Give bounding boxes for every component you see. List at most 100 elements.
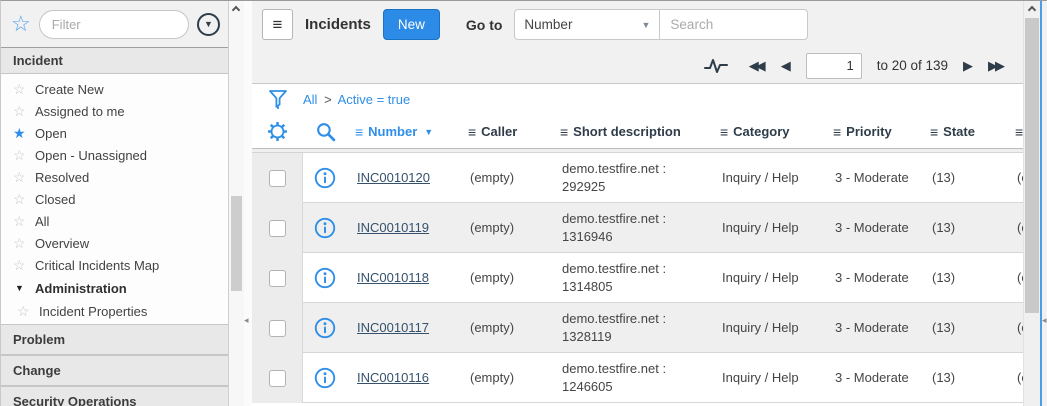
row-checkbox[interactable] xyxy=(269,270,286,287)
column-menu-icon[interactable]: ≡ xyxy=(1015,124,1023,140)
star-filled-icon[interactable]: ★ xyxy=(13,125,35,142)
sidebar-item-resolved[interactable]: ☆ Resolved xyxy=(1,166,228,188)
goto-field-select[interactable]: Number ▼ xyxy=(514,9,660,40)
star-outline-icon[interactable]: ☆ xyxy=(13,81,35,98)
incident-number-link[interactable]: INC0010119 xyxy=(357,220,429,235)
sidebar-item-create-new[interactable]: ☆ Create New xyxy=(1,78,228,100)
pane-splitter[interactable]: ◂ xyxy=(244,1,252,406)
row-checkbox[interactable] xyxy=(269,370,286,387)
collapse-left-icon[interactable]: ◂ xyxy=(244,315,249,326)
short-description-cell: demo.testfire.net : 1328119 xyxy=(552,310,712,345)
star-outline-icon[interactable]: ☆ xyxy=(13,257,35,274)
sidebar-item-open[interactable]: ★ Open xyxy=(1,122,228,144)
next-page-button[interactable]: ▶ xyxy=(963,59,973,72)
sidebar-scrollbar-thumb[interactable] xyxy=(231,196,242,291)
list-search-input[interactable] xyxy=(660,9,808,40)
incident-number-link[interactable]: INC0010117 xyxy=(357,320,429,335)
scroll-up-icon[interactable] xyxy=(232,6,240,14)
list-scrollbar-thumb[interactable] xyxy=(1025,18,1039,313)
column-header-short-description[interactable]: ≡ Short description xyxy=(552,124,712,140)
state-cell: (13) xyxy=(922,369,1007,387)
collapse-right-icon[interactable]: ◂ xyxy=(1042,315,1047,326)
column-menu-icon[interactable]: ≡ xyxy=(560,124,568,140)
section-header-incident[interactable]: Incident xyxy=(1,48,228,74)
sidebar-item-label: Assigned to me xyxy=(35,104,125,119)
section-header-security-operations[interactable]: Security Operations xyxy=(1,386,228,406)
scroll-up-icon[interactable] xyxy=(1028,6,1036,14)
column-header-priority[interactable]: ≡ Priority xyxy=(825,124,922,140)
incident-number-link[interactable]: INC0010118 xyxy=(357,270,429,285)
breadcrumb-condition-link[interactable]: Active = true xyxy=(338,92,411,107)
category-cell: Inquiry / Help xyxy=(712,219,825,237)
sidebar-scrollbar[interactable] xyxy=(229,1,244,406)
column-header-truncated[interactable]: ≡ xyxy=(1007,124,1023,140)
new-record-button[interactable]: New xyxy=(383,9,440,40)
section-header-change[interactable]: Change xyxy=(1,355,228,386)
chevron-down-icon[interactable]: ▼ xyxy=(13,283,35,293)
column-menu-icon[interactable]: ≡ xyxy=(833,124,841,140)
column-menu-icon[interactable]: ≡ xyxy=(468,124,476,140)
star-outline-icon[interactable]: ☆ xyxy=(13,191,35,208)
row-checkbox[interactable] xyxy=(269,170,286,187)
incident-list-view: ≡ Incidents New Go to Number ▼ xyxy=(252,1,1023,406)
star-outline-icon[interactable]: ☆ xyxy=(13,235,35,252)
priority-cell: 3 - Moderate xyxy=(825,319,922,337)
star-outline-icon[interactable]: ☆ xyxy=(17,303,39,320)
star-outline-icon[interactable]: ☆ xyxy=(13,103,35,120)
first-page-button[interactable]: ◀◀ xyxy=(749,59,766,72)
sidebar-menu-icon[interactable]: ▼ xyxy=(197,13,220,36)
sidebar-item-all[interactable]: ☆ All xyxy=(1,210,228,232)
row-checkbox[interactable] xyxy=(269,320,286,337)
incident-number-link[interactable]: INC0010116 xyxy=(357,370,429,385)
page-title: Incidents xyxy=(305,16,371,33)
breadcrumb: All > Active = true xyxy=(303,92,410,107)
record-preview-icon[interactable] xyxy=(303,317,347,339)
sidebar-item-incident-properties[interactable]: ☆ Incident Properties xyxy=(1,300,228,322)
record-preview-icon[interactable] xyxy=(303,267,347,289)
navigator-filter-input[interactable] xyxy=(39,10,189,39)
page-number-input[interactable] xyxy=(806,53,862,79)
caller-cell: (empty) xyxy=(460,369,552,387)
record-preview-icon[interactable] xyxy=(303,367,347,389)
column-header-state[interactable]: ≡ State xyxy=(922,124,1007,140)
list-toolbar: ≡ Incidents New Go to Number ▼ xyxy=(252,1,1023,48)
list-column-search-icon[interactable] xyxy=(303,121,347,142)
star-outline-icon[interactable]: ☆ xyxy=(13,169,35,186)
breadcrumb-row: All > Active = true xyxy=(252,84,1023,115)
main-pane: ≡ Incidents New Go to Number ▼ xyxy=(252,1,1047,406)
column-menu-icon[interactable]: ≡ xyxy=(720,124,728,140)
column-menu-icon[interactable]: ≡ xyxy=(930,124,938,140)
short-description-cell: demo.testfire.net : 1316946 xyxy=(552,210,712,245)
list-scrollbar[interactable] xyxy=(1023,1,1040,406)
record-preview-icon[interactable] xyxy=(303,167,347,189)
column-header-number[interactable]: ≡ Number ▼ xyxy=(347,124,460,140)
sidebar-item-administration[interactable]: ▼ Administration xyxy=(1,276,228,300)
sidebar-item-open-unassigned[interactable]: ☆ Open - Unassigned xyxy=(1,144,228,166)
sidebar-item-closed[interactable]: ☆ Closed xyxy=(1,188,228,210)
last-page-button[interactable]: ▶▶ xyxy=(988,59,1005,72)
record-preview-icon[interactable] xyxy=(303,217,347,239)
priority-cell: 3 - Moderate xyxy=(825,269,922,287)
list-context-menu-button[interactable]: ≡ xyxy=(262,9,293,40)
section-header-problem[interactable]: Problem xyxy=(1,324,228,355)
breadcrumb-all-link[interactable]: All xyxy=(303,92,317,107)
activity-stream-icon[interactable] xyxy=(704,57,728,75)
star-outline-icon[interactable]: ☆ xyxy=(13,213,35,230)
personalize-list-gear[interactable] xyxy=(252,121,303,142)
previous-page-button[interactable]: ◀ xyxy=(781,59,791,72)
star-outline-icon[interactable]: ☆ xyxy=(13,147,35,164)
incident-number-link[interactable]: INC0010120 xyxy=(357,170,430,185)
sidebar-item-critical-incidents-map[interactable]: ☆ Critical Incidents Map xyxy=(1,254,228,276)
sidebar-item-assigned-to-me[interactable]: ☆ Assigned to me xyxy=(1,100,228,122)
favorites-star-icon[interactable]: ☆ xyxy=(11,13,31,35)
sidebar-item-label: Resolved xyxy=(35,170,89,185)
column-menu-icon[interactable]: ≡ xyxy=(355,124,363,140)
chevron-down-icon: ▼ xyxy=(642,20,651,30)
column-header-category[interactable]: ≡ Category xyxy=(712,124,825,140)
row-checkbox[interactable] xyxy=(269,220,286,237)
filter-funnel-icon[interactable] xyxy=(252,89,303,110)
sidebar-item-overview[interactable]: ☆ Overview xyxy=(1,232,228,254)
state-cell: (13) xyxy=(922,219,1007,237)
state-cell: (13) xyxy=(922,269,1007,287)
column-header-caller[interactable]: ≡ Caller xyxy=(460,124,552,140)
